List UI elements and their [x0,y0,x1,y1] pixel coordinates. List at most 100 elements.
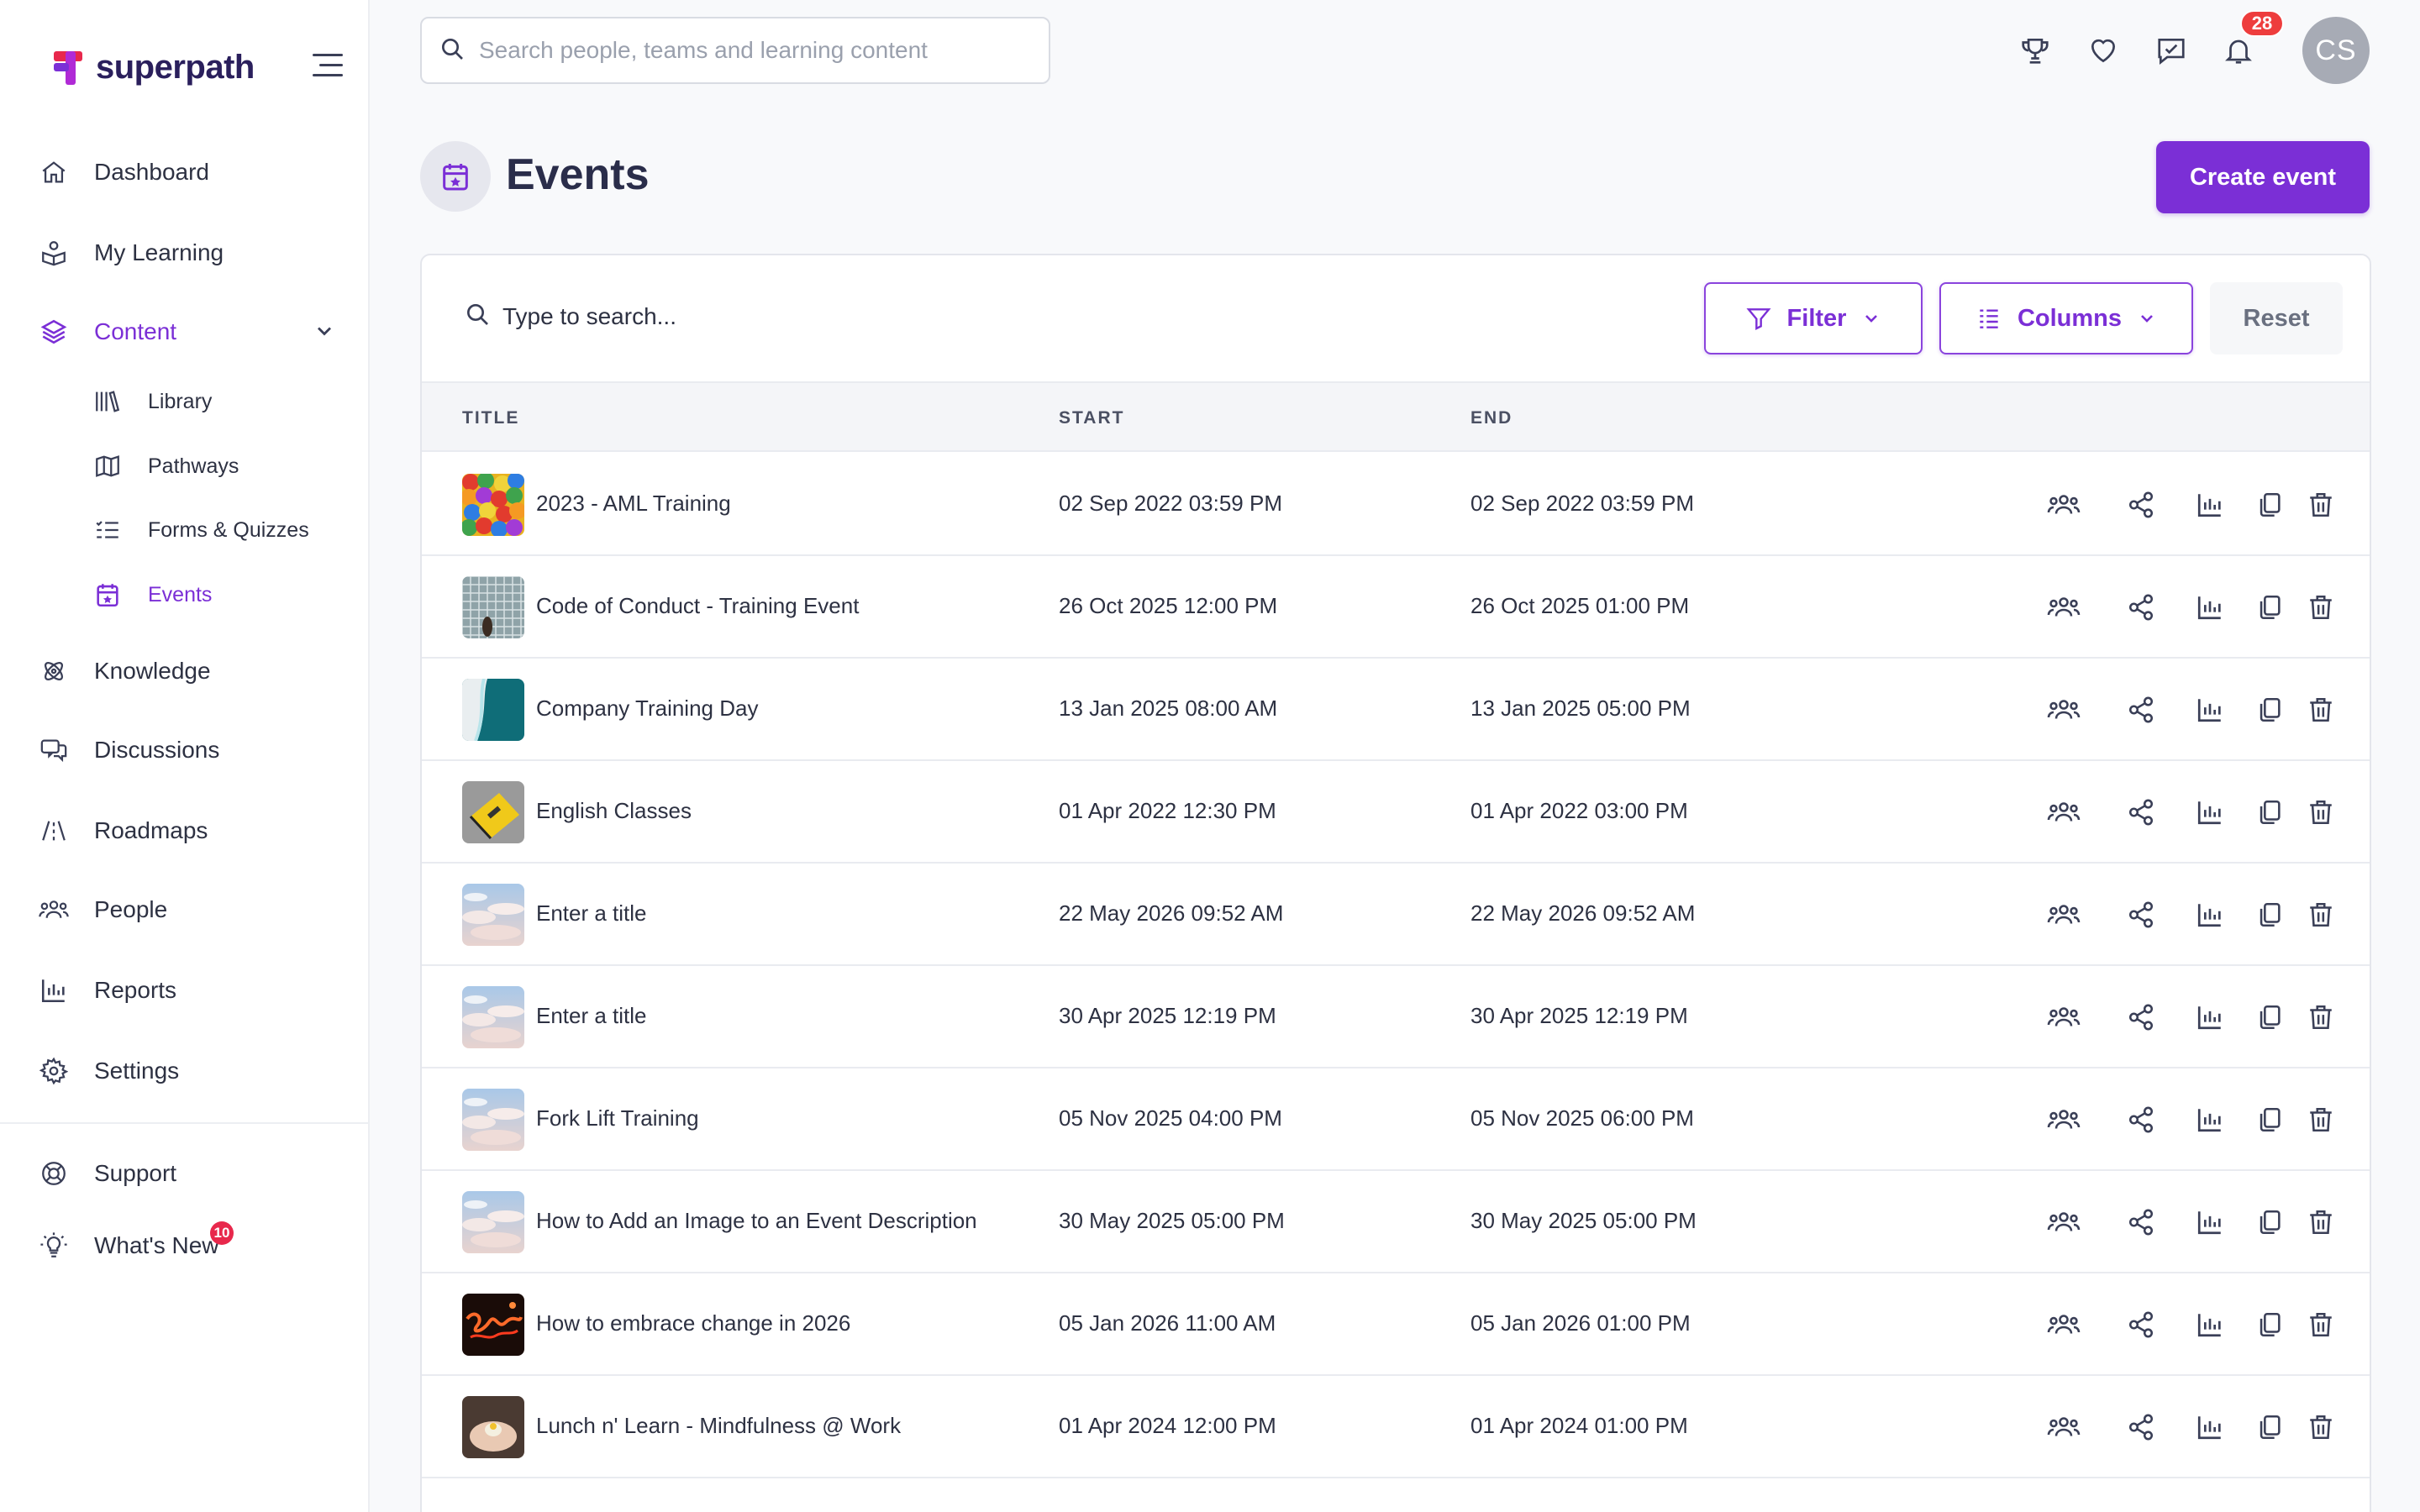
event-title[interactable]: Fork Lift Training [536,1105,699,1131]
column-header-title[interactable]: TITLE [462,408,519,428]
table-row[interactable]: How to Add an Image to an Event Descript… [422,1171,2370,1273]
global-search-input[interactable] [479,37,1034,64]
table-row[interactable]: Fork Lift Training 05 Nov 2025 04:00 PM 05… [422,1068,2370,1171]
attendees-icon[interactable] [2045,1101,2082,1138]
event-title[interactable]: English Classes [536,798,692,824]
share-icon[interactable] [2123,1204,2160,1241]
duplicate-icon[interactable] [2251,486,2288,523]
menu-toggle-icon[interactable] [309,52,343,79]
delete-icon[interactable] [2302,999,2339,1036]
column-header-start[interactable]: START [1059,408,1124,428]
report-icon[interactable] [2191,1204,2228,1241]
report-icon[interactable] [2191,999,2228,1036]
chevron-down-icon[interactable] [313,319,336,343]
event-title[interactable]: Lunch n' Learn - Mindfulness @ Work [536,1413,901,1439]
sidebar-item-reports[interactable]: Reports [37,967,176,1014]
table-row[interactable]: Code of Conduct - Training Event 26 Oct 2… [422,556,2370,659]
report-icon[interactable] [2191,589,2228,626]
event-title[interactable]: 2023 - AML Training [536,491,731,517]
attendees-icon[interactable] [2045,1409,2082,1446]
bell-icon[interactable] [2220,32,2257,69]
table-row[interactable]: English Classes 01 Apr 2022 12:30 PM 01 Ap… [422,761,2370,864]
share-icon[interactable] [2123,1409,2160,1446]
column-header-end[interactable]: END [1470,408,1512,428]
share-icon[interactable] [2123,999,2160,1036]
delete-icon[interactable] [2302,589,2339,626]
duplicate-icon[interactable] [2251,1204,2288,1241]
event-title[interactable]: Enter a title [536,1003,647,1029]
share-icon[interactable] [2123,589,2160,626]
share-icon[interactable] [2123,1306,2160,1343]
share-icon[interactable] [2123,486,2160,523]
attendees-icon[interactable] [2045,999,2082,1036]
event-title[interactable]: Enter a title [536,900,647,927]
delete-icon[interactable] [2302,1101,2339,1138]
delete-icon[interactable] [2302,486,2339,523]
table-row[interactable]: Enter a title 22 May 2026 09:52 AM 22 May … [422,864,2370,966]
delete-icon[interactable] [2302,1306,2339,1343]
duplicate-icon[interactable] [2251,896,2288,933]
sidebar-item-dashboard[interactable]: Dashboard [37,149,209,196]
reset-button[interactable]: Reset [2210,282,2343,354]
heart-icon[interactable] [2085,32,2122,69]
delete-icon[interactable] [2302,1204,2339,1241]
share-icon[interactable] [2123,691,2160,728]
table-row[interactable]: Lunch n' Learn - Mindfulness @ Work 01 Ap… [422,1376,2370,1478]
report-icon[interactable] [2191,896,2228,933]
share-icon[interactable] [2123,1101,2160,1138]
sidebar-item-roadmaps[interactable]: Roadmaps [37,807,208,854]
sidebar-item-library[interactable]: Library [92,381,212,423]
table-row[interactable]: 2023 - AML Training 02 Sep 2022 03:59 PM 0… [422,454,2370,556]
event-title[interactable]: Code of Conduct - Training Event [536,593,859,619]
sidebar-item-events[interactable]: Events [92,574,212,616]
sidebar-item-forms-quizzes[interactable]: Forms & Quizzes [92,509,309,551]
duplicate-icon[interactable] [2251,691,2288,728]
sidebar-item-my-learning[interactable]: My Learning [37,229,224,276]
trophy-icon[interactable] [2017,32,2054,69]
table-search-input[interactable] [502,302,1007,330]
duplicate-icon[interactable] [2251,1409,2288,1446]
sidebar-item-pathways[interactable]: Pathways [92,445,239,487]
global-search[interactable] [420,17,1050,84]
duplicate-icon[interactable] [2251,1101,2288,1138]
attendees-icon[interactable] [2045,794,2082,831]
share-icon[interactable] [2123,794,2160,831]
sidebar-item-support[interactable]: Support [37,1150,176,1197]
table-search[interactable] [464,301,1007,332]
duplicate-icon[interactable] [2251,999,2288,1036]
attendees-icon[interactable] [2045,486,2082,523]
brand-logo[interactable]: superpath [49,44,343,91]
sidebar-item-content[interactable]: Content [37,308,176,355]
delete-icon[interactable] [2302,691,2339,728]
event-title[interactable]: How to embrace change in 2026 [536,1310,850,1336]
event-title[interactable]: How to Add an Image to an Event Descript… [536,1208,977,1234]
attendees-icon[interactable] [2045,1306,2082,1343]
delete-icon[interactable] [2302,1409,2339,1446]
duplicate-icon[interactable] [2251,589,2288,626]
feedback-icon[interactable] [2153,32,2190,69]
table-row[interactable]: How to embrace change in 2026 05 Jan 2026… [422,1273,2370,1376]
report-icon[interactable] [2191,1101,2228,1138]
report-icon[interactable] [2191,691,2228,728]
attendees-icon[interactable] [2045,691,2082,728]
table-row[interactable]: Company Training Day 13 Jan 2025 08:00 AM… [422,659,2370,761]
delete-icon[interactable] [2302,896,2339,933]
event-title[interactable]: Company Training Day [536,696,758,722]
table-row[interactable]: Enter a title 30 Apr 2025 12:19 PM 30 Apr … [422,966,2370,1068]
report-icon[interactable] [2191,794,2228,831]
attendees-icon[interactable] [2045,1204,2082,1241]
report-icon[interactable] [2191,486,2228,523]
delete-icon[interactable] [2302,794,2339,831]
avatar[interactable]: CS [2302,17,2370,84]
report-icon[interactable] [2191,1306,2228,1343]
create-event-button[interactable]: Create event [2156,141,2370,213]
attendees-icon[interactable] [2045,896,2082,933]
report-icon[interactable] [2191,1409,2228,1446]
attendees-icon[interactable] [2045,589,2082,626]
sidebar-item-knowledge[interactable]: Knowledge [37,648,211,695]
columns-button[interactable]: Columns [1939,282,2193,354]
sidebar-item-discussions[interactable]: Discussions [37,727,219,774]
filter-button[interactable]: Filter [1704,282,1923,354]
duplicate-icon[interactable] [2251,1306,2288,1343]
share-icon[interactable] [2123,896,2160,933]
